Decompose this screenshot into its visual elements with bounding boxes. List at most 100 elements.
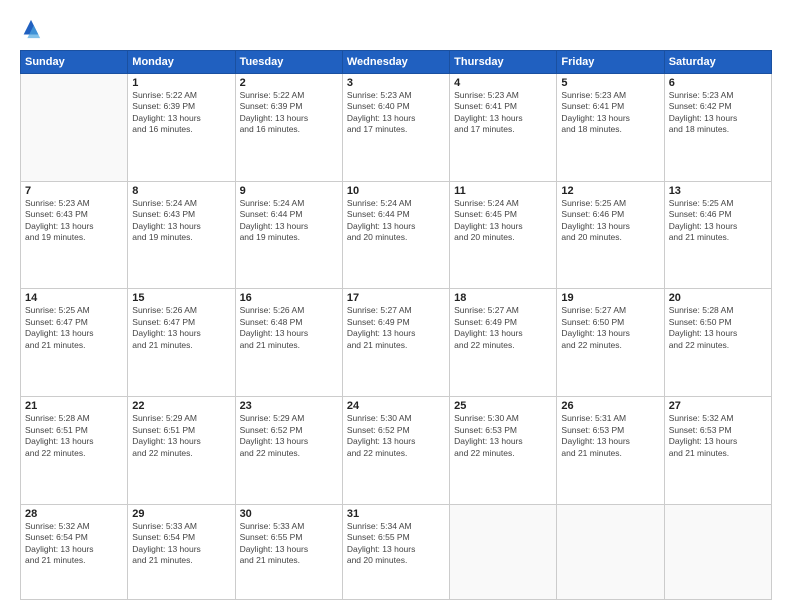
calendar-cell: 28Sunrise: 5:32 AM Sunset: 6:54 PM Dayli… <box>21 504 128 599</box>
calendar-week-2: 7Sunrise: 5:23 AM Sunset: 6:43 PM Daylig… <box>21 181 772 289</box>
calendar-cell: 22Sunrise: 5:29 AM Sunset: 6:51 PM Dayli… <box>128 397 235 505</box>
day-info: Sunrise: 5:28 AM Sunset: 6:51 PM Dayligh… <box>25 413 123 459</box>
day-number: 26 <box>561 400 659 412</box>
day-info: Sunrise: 5:28 AM Sunset: 6:50 PM Dayligh… <box>669 305 767 351</box>
day-info: Sunrise: 5:23 AM Sunset: 6:41 PM Dayligh… <box>454 90 552 136</box>
day-number: 25 <box>454 400 552 412</box>
day-info: Sunrise: 5:26 AM Sunset: 6:48 PM Dayligh… <box>240 305 338 351</box>
weekday-header-row: SundayMondayTuesdayWednesdayThursdayFrid… <box>21 51 772 74</box>
calendar-cell <box>664 504 771 599</box>
day-number: 12 <box>561 185 659 197</box>
calendar-cell: 23Sunrise: 5:29 AM Sunset: 6:52 PM Dayli… <box>235 397 342 505</box>
day-number: 21 <box>25 400 123 412</box>
day-number: 8 <box>132 185 230 197</box>
calendar-cell: 24Sunrise: 5:30 AM Sunset: 6:52 PM Dayli… <box>342 397 449 505</box>
day-info: Sunrise: 5:22 AM Sunset: 6:39 PM Dayligh… <box>240 90 338 136</box>
day-info: Sunrise: 5:33 AM Sunset: 6:55 PM Dayligh… <box>240 521 338 567</box>
day-number: 30 <box>240 508 338 520</box>
day-number: 3 <box>347 77 445 89</box>
day-number: 14 <box>25 292 123 304</box>
calendar-cell: 7Sunrise: 5:23 AM Sunset: 6:43 PM Daylig… <box>21 181 128 289</box>
weekday-header-sunday: Sunday <box>21 51 128 74</box>
day-number: 18 <box>454 292 552 304</box>
weekday-header-thursday: Thursday <box>450 51 557 74</box>
weekday-header-saturday: Saturday <box>664 51 771 74</box>
calendar-cell: 16Sunrise: 5:26 AM Sunset: 6:48 PM Dayli… <box>235 289 342 397</box>
calendar-cell: 1Sunrise: 5:22 AM Sunset: 6:39 PM Daylig… <box>128 74 235 182</box>
weekday-header-monday: Monday <box>128 51 235 74</box>
day-info: Sunrise: 5:25 AM Sunset: 6:46 PM Dayligh… <box>669 198 767 244</box>
day-number: 19 <box>561 292 659 304</box>
day-info: Sunrise: 5:32 AM Sunset: 6:54 PM Dayligh… <box>25 521 123 567</box>
day-number: 9 <box>240 185 338 197</box>
page: SundayMondayTuesdayWednesdayThursdayFrid… <box>0 0 792 612</box>
day-number: 23 <box>240 400 338 412</box>
calendar-cell: 25Sunrise: 5:30 AM Sunset: 6:53 PM Dayli… <box>450 397 557 505</box>
day-number: 2 <box>240 77 338 89</box>
day-info: Sunrise: 5:26 AM Sunset: 6:47 PM Dayligh… <box>132 305 230 351</box>
day-info: Sunrise: 5:33 AM Sunset: 6:54 PM Dayligh… <box>132 521 230 567</box>
day-info: Sunrise: 5:23 AM Sunset: 6:40 PM Dayligh… <box>347 90 445 136</box>
day-info: Sunrise: 5:24 AM Sunset: 6:44 PM Dayligh… <box>347 198 445 244</box>
calendar-cell: 9Sunrise: 5:24 AM Sunset: 6:44 PM Daylig… <box>235 181 342 289</box>
day-number: 27 <box>669 400 767 412</box>
day-info: Sunrise: 5:24 AM Sunset: 6:43 PM Dayligh… <box>132 198 230 244</box>
logo <box>20 18 46 40</box>
calendar-cell <box>21 74 128 182</box>
day-number: 5 <box>561 77 659 89</box>
calendar-cell: 5Sunrise: 5:23 AM Sunset: 6:41 PM Daylig… <box>557 74 664 182</box>
calendar-cell: 29Sunrise: 5:33 AM Sunset: 6:54 PM Dayli… <box>128 504 235 599</box>
calendar-cell: 3Sunrise: 5:23 AM Sunset: 6:40 PM Daylig… <box>342 74 449 182</box>
day-info: Sunrise: 5:22 AM Sunset: 6:39 PM Dayligh… <box>132 90 230 136</box>
day-number: 17 <box>347 292 445 304</box>
day-number: 4 <box>454 77 552 89</box>
day-info: Sunrise: 5:29 AM Sunset: 6:52 PM Dayligh… <box>240 413 338 459</box>
day-number: 7 <box>25 185 123 197</box>
calendar-cell <box>557 504 664 599</box>
day-info: Sunrise: 5:30 AM Sunset: 6:53 PM Dayligh… <box>454 413 552 459</box>
day-info: Sunrise: 5:27 AM Sunset: 6:50 PM Dayligh… <box>561 305 659 351</box>
calendar-cell: 14Sunrise: 5:25 AM Sunset: 6:47 PM Dayli… <box>21 289 128 397</box>
calendar-cell: 17Sunrise: 5:27 AM Sunset: 6:49 PM Dayli… <box>342 289 449 397</box>
calendar-cell: 31Sunrise: 5:34 AM Sunset: 6:55 PM Dayli… <box>342 504 449 599</box>
calendar-cell: 13Sunrise: 5:25 AM Sunset: 6:46 PM Dayli… <box>664 181 771 289</box>
weekday-header-tuesday: Tuesday <box>235 51 342 74</box>
calendar-week-3: 14Sunrise: 5:25 AM Sunset: 6:47 PM Dayli… <box>21 289 772 397</box>
calendar-cell: 6Sunrise: 5:23 AM Sunset: 6:42 PM Daylig… <box>664 74 771 182</box>
day-number: 31 <box>347 508 445 520</box>
day-number: 10 <box>347 185 445 197</box>
calendar-cell: 18Sunrise: 5:27 AM Sunset: 6:49 PM Dayli… <box>450 289 557 397</box>
calendar-cell: 10Sunrise: 5:24 AM Sunset: 6:44 PM Dayli… <box>342 181 449 289</box>
day-number: 20 <box>669 292 767 304</box>
day-info: Sunrise: 5:24 AM Sunset: 6:45 PM Dayligh… <box>454 198 552 244</box>
weekday-header-wednesday: Wednesday <box>342 51 449 74</box>
calendar-cell: 11Sunrise: 5:24 AM Sunset: 6:45 PM Dayli… <box>450 181 557 289</box>
calendar-table: SundayMondayTuesdayWednesdayThursdayFrid… <box>20 50 772 600</box>
calendar-cell: 20Sunrise: 5:28 AM Sunset: 6:50 PM Dayli… <box>664 289 771 397</box>
calendar-cell: 4Sunrise: 5:23 AM Sunset: 6:41 PM Daylig… <box>450 74 557 182</box>
header <box>20 18 772 40</box>
calendar-cell: 12Sunrise: 5:25 AM Sunset: 6:46 PM Dayli… <box>557 181 664 289</box>
day-number: 16 <box>240 292 338 304</box>
calendar-cell <box>450 504 557 599</box>
day-number: 24 <box>347 400 445 412</box>
calendar-cell: 21Sunrise: 5:28 AM Sunset: 6:51 PM Dayli… <box>21 397 128 505</box>
calendar-week-5: 28Sunrise: 5:32 AM Sunset: 6:54 PM Dayli… <box>21 504 772 599</box>
calendar-cell: 26Sunrise: 5:31 AM Sunset: 6:53 PM Dayli… <box>557 397 664 505</box>
day-info: Sunrise: 5:29 AM Sunset: 6:51 PM Dayligh… <box>132 413 230 459</box>
day-number: 22 <box>132 400 230 412</box>
day-number: 15 <box>132 292 230 304</box>
calendar-cell: 27Sunrise: 5:32 AM Sunset: 6:53 PM Dayli… <box>664 397 771 505</box>
calendar-cell: 8Sunrise: 5:24 AM Sunset: 6:43 PM Daylig… <box>128 181 235 289</box>
calendar-week-1: 1Sunrise: 5:22 AM Sunset: 6:39 PM Daylig… <box>21 74 772 182</box>
day-info: Sunrise: 5:23 AM Sunset: 6:41 PM Dayligh… <box>561 90 659 136</box>
day-info: Sunrise: 5:34 AM Sunset: 6:55 PM Dayligh… <box>347 521 445 567</box>
day-number: 28 <box>25 508 123 520</box>
day-number: 29 <box>132 508 230 520</box>
day-number: 13 <box>669 185 767 197</box>
day-number: 6 <box>669 77 767 89</box>
day-info: Sunrise: 5:30 AM Sunset: 6:52 PM Dayligh… <box>347 413 445 459</box>
day-info: Sunrise: 5:27 AM Sunset: 6:49 PM Dayligh… <box>347 305 445 351</box>
day-info: Sunrise: 5:23 AM Sunset: 6:43 PM Dayligh… <box>25 198 123 244</box>
day-info: Sunrise: 5:32 AM Sunset: 6:53 PM Dayligh… <box>669 413 767 459</box>
